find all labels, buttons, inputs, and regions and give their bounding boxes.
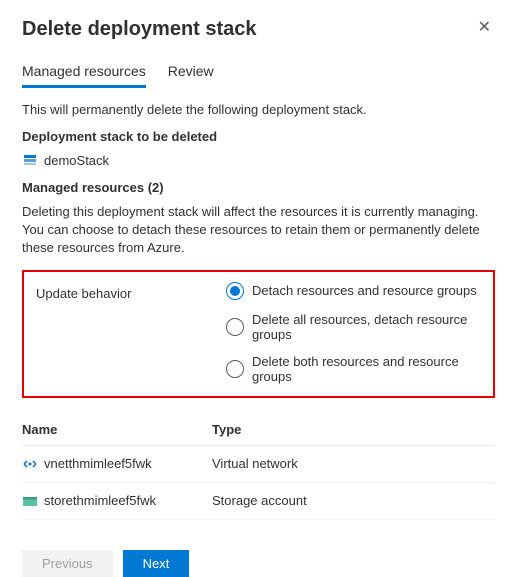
managed-heading: Managed resources (2): [22, 180, 495, 195]
stack-icon: [22, 152, 38, 168]
radio-label: Delete all resources, detach resource gr…: [252, 312, 481, 342]
vnet-icon: [22, 456, 38, 472]
radio-label: Delete both resources and resource group…: [252, 354, 481, 384]
stack-name: demoStack: [44, 153, 109, 168]
radio-delete-both[interactable]: Delete both resources and resource group…: [226, 354, 481, 384]
update-behavior-group: Update behavior Detach resources and res…: [22, 270, 495, 398]
radio-delete-resources-detach-groups[interactable]: Delete all resources, detach resource gr…: [226, 312, 481, 342]
managed-warning: Deleting this deployment stack will affe…: [22, 203, 495, 258]
intro-text: This will permanently delete the followi…: [22, 102, 495, 117]
tab-managed-resources[interactable]: Managed resources: [22, 63, 146, 88]
resources-table: Name Type vnetthmimleef5fwk Virtual netw…: [22, 414, 495, 520]
tab-bar: Managed resources Review: [22, 63, 495, 88]
storage-icon: [22, 493, 38, 509]
update-behavior-label: Update behavior: [36, 282, 226, 384]
radio-detach-resources[interactable]: Detach resources and resource groups: [226, 282, 481, 300]
tab-review[interactable]: Review: [168, 63, 214, 88]
table-row: vnetthmimleef5fwk Virtual network: [22, 446, 495, 483]
resource-name[interactable]: storethmimleef5fwk: [44, 493, 156, 508]
table-row: storethmimleef5fwk Storage account: [22, 483, 495, 520]
radio-label: Detach resources and resource groups: [252, 283, 477, 298]
radio-icon: [226, 318, 244, 336]
previous-button[interactable]: Previous: [22, 550, 113, 577]
radio-icon: [226, 282, 244, 300]
radio-icon: [226, 360, 244, 378]
dialog-title: Delete deployment stack: [22, 18, 257, 41]
next-button[interactable]: Next: [123, 550, 190, 577]
resource-name[interactable]: vnetthmimleef5fwk: [44, 456, 152, 471]
stack-heading: Deployment stack to be deleted: [22, 129, 495, 144]
column-header-name[interactable]: Name: [22, 422, 212, 437]
column-header-type[interactable]: Type: [212, 422, 495, 437]
resource-type: Virtual network: [212, 456, 495, 471]
close-icon[interactable]: ✕: [474, 18, 495, 38]
resource-type: Storage account: [212, 493, 495, 508]
